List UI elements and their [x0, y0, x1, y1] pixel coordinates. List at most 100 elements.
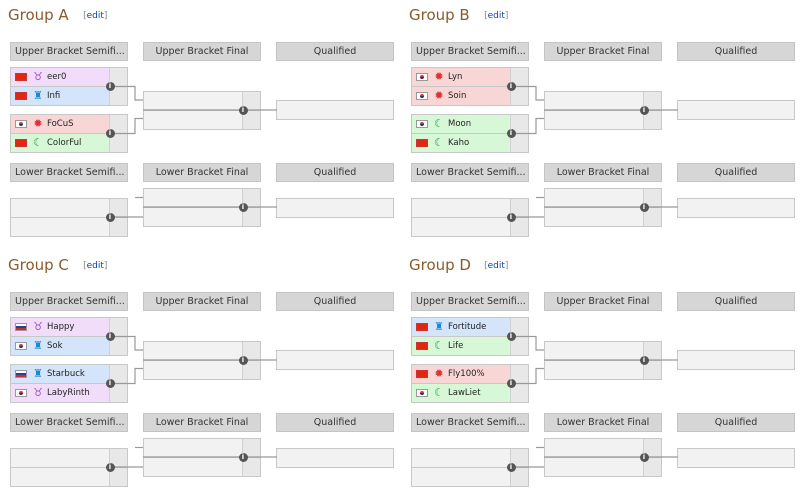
qualified-slot-lower [677, 198, 795, 218]
qualified-slot-lower [677, 448, 795, 468]
header-qualified: Qualified [677, 292, 795, 311]
qualified-slot-lower [276, 198, 394, 218]
player-name[interactable]: Sok [47, 337, 63, 355]
flag-kr-icon [15, 389, 27, 397]
group-title: Group D [409, 256, 471, 274]
match-info-icon[interactable]: i [238, 202, 248, 212]
group-3: Group D [edit] Upper Bracket Semifi... Uppe… [401, 250, 800, 500]
flag-cn-icon [416, 370, 428, 378]
flag-ru-icon [15, 323, 27, 331]
edit-label[interactable]: edit [488, 11, 505, 21]
header-ub_final: Upper Bracket Final [544, 292, 662, 311]
race-human-icon: ♜ [33, 89, 43, 102]
flag-cn-icon [416, 323, 428, 331]
match-info-icon[interactable]: i [639, 202, 649, 212]
race-orc-icon: ✹ [434, 89, 444, 102]
flag-cn-icon [416, 342, 428, 350]
race-orc-icon: ✹ [33, 117, 43, 130]
qualified-slot-upper [677, 350, 795, 370]
race-orc-icon: ✹ [434, 70, 444, 83]
match-info-icon[interactable]: i [105, 379, 115, 388]
player-name[interactable]: Fly100% [448, 365, 485, 383]
player-name[interactable]: Infi [47, 87, 60, 105]
match-info-icon[interactable]: i [105, 212, 115, 222]
player-name[interactable]: Life [448, 337, 463, 355]
header-qualified: Qualified [677, 163, 795, 182]
group-title: Group C [8, 256, 69, 274]
flag-cn-icon [416, 139, 428, 147]
header-lb_semi: Lower Bracket Semifi... [10, 163, 128, 182]
edit-link[interactable]: [edit] [484, 261, 508, 271]
header-ub_semi: Upper Bracket Semifi... [411, 42, 529, 61]
empty-slot [277, 199, 393, 217]
match-info-icon[interactable]: i [506, 212, 516, 222]
match-info-icon[interactable]: i [105, 129, 115, 138]
match-info-icon[interactable]: i [506, 332, 516, 341]
flag-cn-icon [15, 73, 27, 81]
race-undead-icon: ♉ [33, 70, 43, 83]
header-qualified: Qualified [276, 163, 394, 182]
flag-kr-icon [416, 73, 428, 81]
match-info-icon[interactable]: i [238, 452, 248, 462]
race-elf-icon: ☾ [434, 136, 444, 149]
match-info-icon[interactable]: i [105, 462, 115, 472]
flag-kr-icon [15, 120, 27, 128]
player-name[interactable]: LabyRinth [47, 384, 90, 402]
edit-label[interactable]: edit [488, 261, 505, 271]
player-name[interactable]: Soin [448, 87, 466, 105]
group-title: Group A [8, 6, 69, 24]
edit-link[interactable]: [edit] [83, 261, 107, 271]
qualified-slot-upper [677, 100, 795, 120]
match-info-icon[interactable]: i [639, 355, 649, 365]
header-qualified: Qualified [677, 42, 795, 61]
header-lb_final: Lower Bracket Final [544, 413, 662, 432]
group-1: Group B [edit] Upper Bracket Semifi... Uppe… [401, 0, 800, 250]
group-2: Group C [edit] Upper Bracket Semifi... Uppe… [0, 250, 400, 500]
header-ub_semi: Upper Bracket Semifi... [10, 292, 128, 311]
edit-link[interactable]: [edit] [83, 11, 107, 21]
match-info-icon[interactable]: i [639, 105, 649, 115]
race-undead-icon: ♉ [33, 320, 43, 333]
header-ub_semi: Upper Bracket Semifi... [411, 292, 529, 311]
match-info-icon[interactable]: i [238, 355, 248, 365]
race-elf-icon: ☾ [434, 339, 444, 352]
player-name[interactable]: Moon [448, 115, 471, 133]
edit-label[interactable]: edit [87, 11, 104, 21]
player-name[interactable]: eer0 [47, 68, 66, 86]
match-info-icon[interactable]: i [506, 129, 516, 138]
header-ub_final: Upper Bracket Final [143, 292, 261, 311]
player-name[interactable]: LawLiet [448, 384, 481, 402]
race-elf-icon: ☾ [434, 386, 444, 399]
edit-link[interactable]: [edit] [484, 11, 508, 21]
header-qualified: Qualified [276, 292, 394, 311]
match-info-icon[interactable]: i [105, 332, 115, 341]
flag-ru-icon [15, 370, 27, 378]
player-name[interactable]: Fortitude [448, 318, 486, 336]
player-name[interactable]: Lyn [448, 68, 462, 86]
edit-label[interactable]: edit [87, 261, 104, 271]
match-info-icon[interactable]: i [506, 379, 516, 388]
player-name[interactable]: Kaho [448, 134, 469, 152]
match-info-icon[interactable]: i [238, 105, 248, 115]
flag-cn-icon [15, 92, 27, 100]
player-name[interactable]: FoCuS [47, 115, 74, 133]
qualified-slot-lower [276, 448, 394, 468]
player-name[interactable]: Starbuck [47, 365, 85, 383]
header-lb_final: Lower Bracket Final [143, 413, 261, 432]
empty-slot [678, 449, 794, 467]
match-info-icon[interactable]: i [639, 452, 649, 462]
header-qualified: Qualified [677, 413, 795, 432]
flag-cn-icon [15, 139, 27, 147]
race-human-icon: ♜ [33, 367, 43, 380]
match-info-icon[interactable]: i [506, 462, 516, 472]
race-orc-icon: ✹ [434, 367, 444, 380]
match-info-icon[interactable]: i [506, 82, 516, 91]
header-lb_semi: Lower Bracket Semifi... [411, 413, 529, 432]
header-lb_semi: Lower Bracket Semifi... [10, 413, 128, 432]
race-elf-icon: ☾ [33, 136, 43, 149]
match-info-icon[interactable]: i [105, 82, 115, 91]
empty-slot [277, 101, 393, 119]
player-name[interactable]: ColorFul [47, 134, 81, 152]
player-name[interactable]: Happy [47, 318, 74, 336]
flag-kr-icon [416, 389, 428, 397]
